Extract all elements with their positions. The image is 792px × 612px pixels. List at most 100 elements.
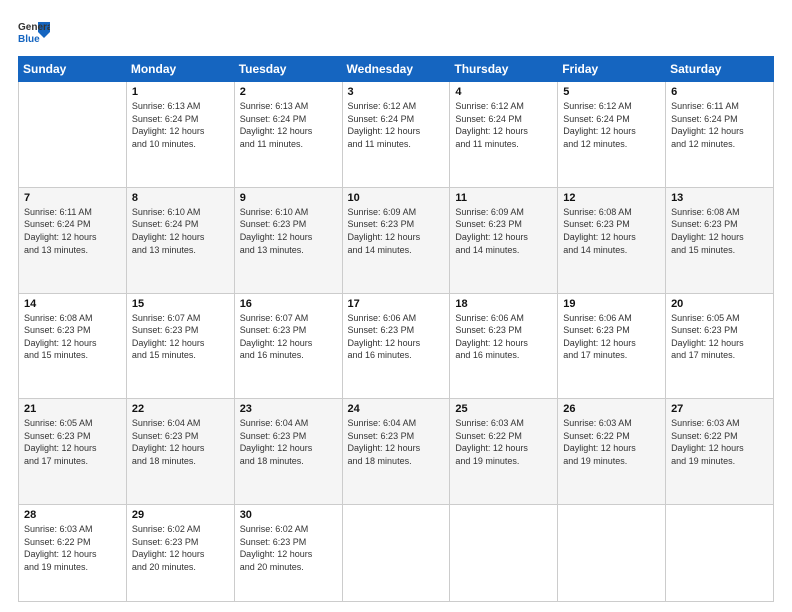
- day-number: 25: [455, 403, 552, 415]
- day-info: Sunrise: 6:09 AMSunset: 6:23 PMDaylight:…: [455, 206, 552, 256]
- day-info: Sunrise: 6:13 AMSunset: 6:24 PMDaylight:…: [132, 100, 229, 150]
- day-number: 15: [132, 298, 229, 310]
- calendar-cell: 20 Sunrise: 6:05 AMSunset: 6:23 PMDayligh…: [666, 293, 774, 399]
- day-info: Sunrise: 6:02 AMSunset: 6:23 PMDaylight:…: [240, 523, 337, 573]
- day-number: 20: [671, 298, 768, 310]
- calendar-cell: [342, 505, 450, 602]
- day-info: Sunrise: 6:11 AMSunset: 6:24 PMDaylight:…: [24, 206, 121, 256]
- calendar-cell: 5Sunrise: 6:12 AMSunset: 6:24 PMDaylight…: [558, 82, 666, 188]
- day-info: Sunrise: 6:07 AMSunset: 6:23 PMDaylight:…: [240, 312, 337, 362]
- calendar-table: SundayMondayTuesdayWednesdayThursdayFrid…: [18, 56, 774, 602]
- day-number: 28: [24, 509, 121, 521]
- calendar-cell: 10Sunrise: 6:09 AMSunset: 6:23 PMDayligh…: [342, 187, 450, 293]
- day-info: Sunrise: 6:04 AMSunset: 6:23 PMDaylight:…: [240, 417, 337, 467]
- day-info: Sunrise: 6:11 AMSunset: 6:24 PMDaylight:…: [671, 100, 768, 150]
- day-number: 30: [240, 509, 337, 521]
- day-number: 12: [563, 192, 660, 204]
- day-number: 22: [132, 403, 229, 415]
- calendar-cell: 27 Sunrise: 6:03 AMSunset: 6:22 PMDayligh…: [666, 399, 774, 505]
- calendar-cell: 4 Sunrise: 6:12 AMSunset: 6:24 PMDaylight…: [450, 82, 558, 188]
- header: General Blue: [18, 18, 774, 46]
- weekday-header-sunday: Sunday: [19, 57, 127, 82]
- day-number: 3: [348, 86, 445, 98]
- svg-text:Blue: Blue: [18, 34, 40, 45]
- day-info: Sunrise: 6:03 AMSunset: 6:22 PMDaylight:…: [671, 417, 768, 467]
- day-info: Sunrise: 6:05 AMSunset: 6:23 PMDaylight:…: [24, 417, 121, 467]
- calendar-cell: 23 Sunrise: 6:04 AMSunset: 6:23 PMDayligh…: [234, 399, 342, 505]
- day-number: 5: [563, 86, 660, 98]
- day-info: Sunrise: 6:08 AMSunset: 6:23 PMDaylight:…: [24, 312, 121, 362]
- calendar-cell: [666, 505, 774, 602]
- day-number: 16: [240, 298, 337, 310]
- day-info: Sunrise: 6:03 AMSunset: 6:22 PMDaylight:…: [455, 417, 552, 467]
- weekday-header-row: SundayMondayTuesdayWednesdayThursdayFrid…: [19, 57, 774, 82]
- calendar-page: General Blue SundayMondayTuesdayWednesda…: [0, 0, 792, 612]
- day-info: Sunrise: 6:07 AMSunset: 6:23 PMDaylight:…: [132, 312, 229, 362]
- day-number: 6: [671, 86, 768, 98]
- day-number: 29: [132, 509, 229, 521]
- calendar-cell: [19, 82, 127, 188]
- calendar-cell: 15 Sunrise: 6:07 AMSunset: 6:23 PMDayligh…: [126, 293, 234, 399]
- logo: General Blue: [18, 18, 50, 46]
- calendar-cell: 12 Sunrise: 6:08 AMSunset: 6:23 PMDayligh…: [558, 187, 666, 293]
- day-info: Sunrise: 6:10 AMSunset: 6:24 PMDaylight:…: [132, 206, 229, 256]
- calendar-cell: 21 Sunrise: 6:05 AMSunset: 6:23 PMDayligh…: [19, 399, 127, 505]
- day-number: 19: [563, 298, 660, 310]
- day-number: 2: [240, 86, 337, 98]
- day-number: 1: [132, 86, 229, 98]
- day-info: Sunrise: 6:08 AMSunset: 6:23 PMDaylight:…: [671, 206, 768, 256]
- day-number: 9: [240, 192, 337, 204]
- day-info: Sunrise: 6:09 AMSunset: 6:23 PMDaylight:…: [348, 206, 445, 256]
- day-number: 27: [671, 403, 768, 415]
- calendar-cell: 2 Sunrise: 6:13 AMSunset: 6:24 PMDaylight…: [234, 82, 342, 188]
- calendar-cell: [558, 505, 666, 602]
- weekday-header-monday: Monday: [126, 57, 234, 82]
- day-number: 21: [24, 403, 121, 415]
- week-row-1: 1 Sunrise: 6:13 AMSunset: 6:24 PMDaylight…: [19, 82, 774, 188]
- weekday-header-thursday: Thursday: [450, 57, 558, 82]
- day-info: Sunrise: 6:08 AMSunset: 6:23 PMDaylight:…: [563, 206, 660, 256]
- calendar-cell: 30 Sunrise: 6:02 AMSunset: 6:23 PMDayligh…: [234, 505, 342, 602]
- calendar-cell: 11 Sunrise: 6:09 AMSunset: 6:23 PMDayligh…: [450, 187, 558, 293]
- calendar-cell: 24Sunrise: 6:04 AMSunset: 6:23 PMDayligh…: [342, 399, 450, 505]
- calendar-cell: 3 Sunrise: 6:12 AMSunset: 6:24 PMDaylight…: [342, 82, 450, 188]
- day-number: 8: [132, 192, 229, 204]
- day-number: 4: [455, 86, 552, 98]
- day-number: 13: [671, 192, 768, 204]
- calendar-cell: 13 Sunrise: 6:08 AMSunset: 6:23 PMDayligh…: [666, 187, 774, 293]
- calendar-cell: 6 Sunrise: 6:11 AMSunset: 6:24 PMDaylight…: [666, 82, 774, 188]
- day-info: Sunrise: 6:13 AMSunset: 6:24 PMDaylight:…: [240, 100, 337, 150]
- day-info: Sunrise: 6:12 AMSunset: 6:24 PMDaylight:…: [455, 100, 552, 150]
- calendar-cell: 29 Sunrise: 6:02 AMSunset: 6:23 PMDayligh…: [126, 505, 234, 602]
- day-info: Sunrise: 6:10 AMSunset: 6:23 PMDaylight:…: [240, 206, 337, 256]
- calendar-cell: 7Sunrise: 6:11 AMSunset: 6:24 PMDaylight…: [19, 187, 127, 293]
- calendar-cell: [450, 505, 558, 602]
- calendar-cell: 17Sunrise: 6:06 AMSunset: 6:23 PMDayligh…: [342, 293, 450, 399]
- day-info: Sunrise: 6:04 AMSunset: 6:23 PMDaylight:…: [348, 417, 445, 467]
- day-info: Sunrise: 6:03 AMSunset: 6:22 PMDaylight:…: [24, 523, 121, 573]
- day-info: Sunrise: 6:05 AMSunset: 6:23 PMDaylight:…: [671, 312, 768, 362]
- calendar-cell: 28 Sunrise: 6:03 AMSunset: 6:22 PMDayligh…: [19, 505, 127, 602]
- logo-icon: General Blue: [18, 18, 50, 46]
- day-number: 23: [240, 403, 337, 415]
- day-info: Sunrise: 6:06 AMSunset: 6:23 PMDaylight:…: [455, 312, 552, 362]
- week-row-4: 21 Sunrise: 6:05 AMSunset: 6:23 PMDayligh…: [19, 399, 774, 505]
- week-row-5: 28 Sunrise: 6:03 AMSunset: 6:22 PMDayligh…: [19, 505, 774, 602]
- calendar-cell: 16 Sunrise: 6:07 AMSunset: 6:23 PMDayligh…: [234, 293, 342, 399]
- calendar-cell: 25 Sunrise: 6:03 AMSunset: 6:22 PMDayligh…: [450, 399, 558, 505]
- day-number: 11: [455, 192, 552, 204]
- svg-text:General: General: [18, 22, 50, 33]
- calendar-cell: 1 Sunrise: 6:13 AMSunset: 6:24 PMDaylight…: [126, 82, 234, 188]
- day-info: Sunrise: 6:06 AMSunset: 6:23 PMDaylight:…: [563, 312, 660, 362]
- day-info: Sunrise: 6:02 AMSunset: 6:23 PMDaylight:…: [132, 523, 229, 573]
- day-number: 26: [563, 403, 660, 415]
- calendar-cell: 14Sunrise: 6:08 AMSunset: 6:23 PMDayligh…: [19, 293, 127, 399]
- day-info: Sunrise: 6:06 AMSunset: 6:23 PMDaylight:…: [348, 312, 445, 362]
- calendar-cell: 26Sunrise: 6:03 AMSunset: 6:22 PMDayligh…: [558, 399, 666, 505]
- day-info: Sunrise: 6:12 AMSunset: 6:24 PMDaylight:…: [348, 100, 445, 150]
- calendar-cell: 19 Sunrise: 6:06 AMSunset: 6:23 PMDayligh…: [558, 293, 666, 399]
- weekday-header-wednesday: Wednesday: [342, 57, 450, 82]
- weekday-header-friday: Friday: [558, 57, 666, 82]
- week-row-3: 14Sunrise: 6:08 AMSunset: 6:23 PMDayligh…: [19, 293, 774, 399]
- day-info: Sunrise: 6:04 AMSunset: 6:23 PMDaylight:…: [132, 417, 229, 467]
